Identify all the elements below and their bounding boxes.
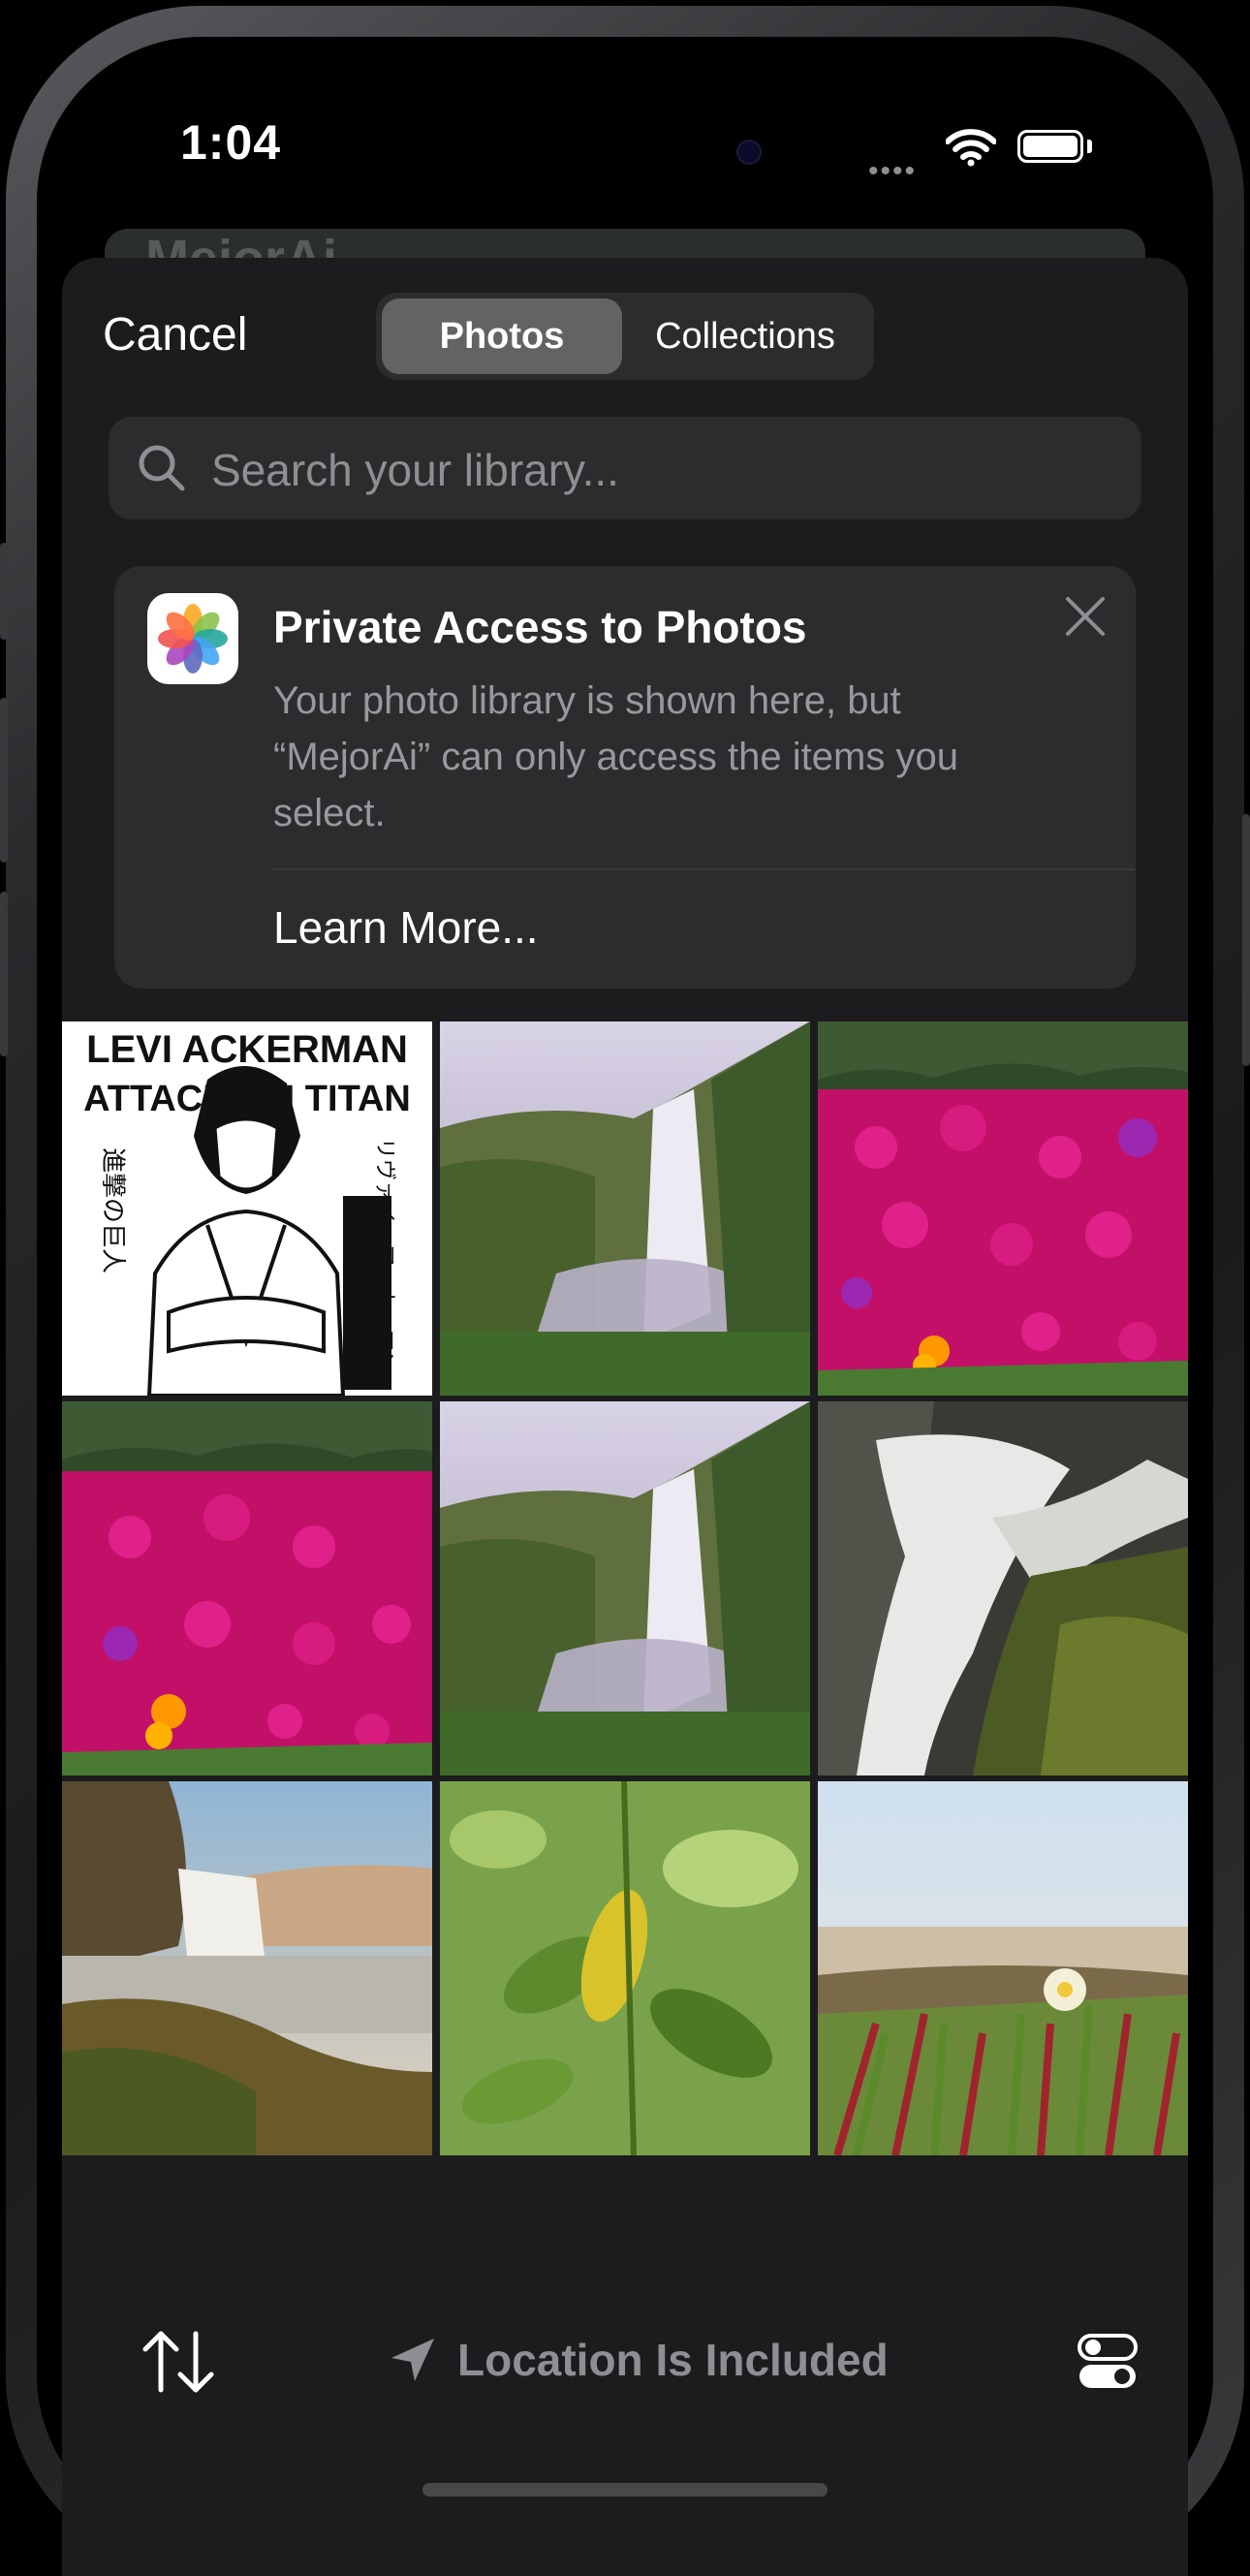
location-arrow-icon	[391, 2339, 434, 2381]
search-field[interactable]: Search your library...	[109, 417, 1141, 519]
battery-icon	[1017, 130, 1083, 163]
photo-green-leaves[interactable]	[440, 1781, 810, 2155]
camera-dot	[738, 141, 760, 163]
photo-waterfall-cliff[interactable]	[440, 1021, 810, 1396]
search-placeholder: Search your library...	[211, 445, 619, 495]
tab-photos[interactable]: Photos	[382, 298, 622, 374]
segmented-control: Photos Collections	[376, 293, 874, 380]
volume-up-button	[0, 698, 8, 863]
banner-divider	[273, 868, 1136, 870]
learn-more-link[interactable]: Learn More...	[273, 901, 539, 954]
wifi-icon	[946, 129, 996, 167]
photos-app-icon	[147, 593, 238, 684]
toggles-icon[interactable]	[1078, 2332, 1138, 2392]
signal-dots: ••••	[868, 155, 918, 187]
volume-down-button	[0, 892, 8, 1056]
photo-beach-flower[interactable]	[818, 1781, 1188, 2155]
banner-body: Your photo library is shown here, but “M…	[273, 679, 958, 834]
close-icon[interactable]	[1064, 595, 1107, 638]
poster-vertical-text-left: 進撃の巨人	[98, 1147, 127, 1273]
photo-waterfall-canyon[interactable]	[62, 1781, 432, 2155]
home-indicator[interactable]	[422, 2483, 828, 2497]
photo-waterfall-cliff-2[interactable]	[440, 1401, 810, 1775]
search-icon	[139, 445, 185, 491]
cancel-button[interactable]: Cancel	[103, 308, 247, 361]
battery-cap	[1087, 140, 1092, 153]
photo-magenta-flowers[interactable]	[818, 1021, 1188, 1396]
private-access-banner: Private Access to Photos Your photo libr…	[114, 566, 1136, 989]
photo-magenta-flowers-2[interactable]	[62, 1401, 432, 1775]
status-time: 1:04	[180, 115, 282, 170]
poster-header-text: LEVI ACKERMAN	[86, 1028, 408, 1071]
dynamic-island	[471, 114, 762, 200]
sort-arrows-icon[interactable]	[141, 2328, 215, 2396]
tab-collections[interactable]: Collections	[622, 298, 868, 374]
photo-waterfall-rocks[interactable]	[818, 1401, 1188, 1775]
power-button	[1242, 814, 1250, 1066]
action-button	[0, 543, 8, 640]
banner-title: Private Access to Photos	[273, 602, 807, 652]
location-included-button[interactable]: Location Is Included	[388, 2334, 889, 2386]
location-label: Location Is Included	[457, 2335, 889, 2385]
photo-levi-ackerman-poster[interactable]: LEVI ACKERMAN ATTACK ON TITAN 進撃の巨人 リヴァイ…	[62, 1021, 432, 1396]
